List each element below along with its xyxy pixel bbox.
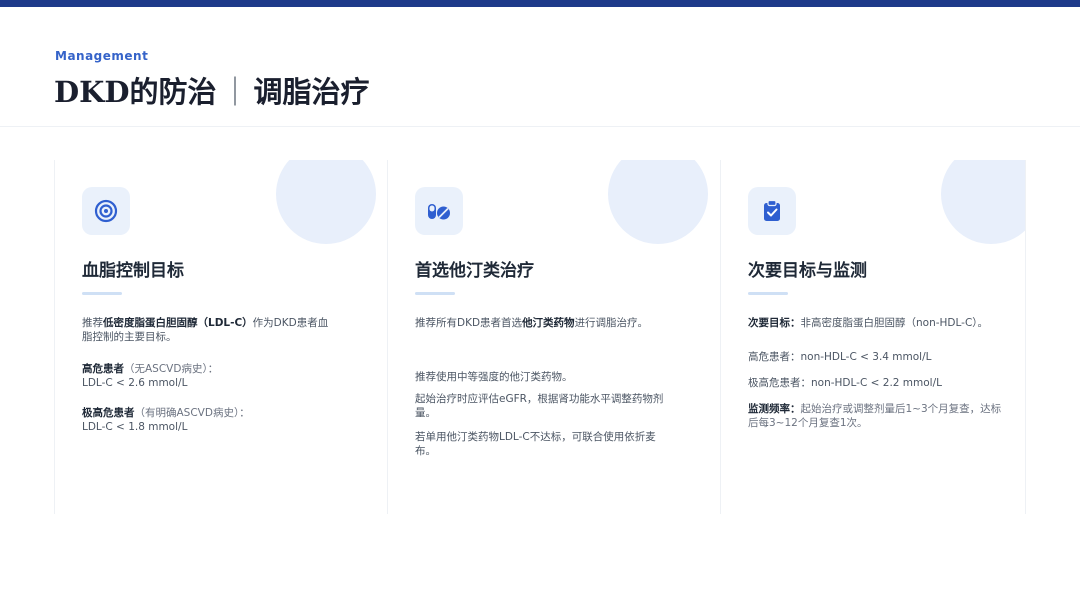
top-accent-bar [0,0,1080,7]
card-paragraph: 起始治疗时应评估eGFR，根据肾功能水平调整药物剂量。 [415,393,664,419]
decor-circle [608,160,708,244]
card-paragraph: 极高危患者（有明确ASCVD病史）： [82,406,332,420]
page-header: Management DKD的防治｜调脂治疗 [0,7,1080,127]
decor-circle [941,160,1025,244]
text-segment: 推荐所有DKD患者首选 [415,317,523,329]
text-segment: 非高密度脂蛋白胆固醇（non-HDL-C）。 [800,317,989,329]
decor-circle [276,160,376,244]
card-title: 首选他汀类治疗 [415,261,534,281]
text-emphasis: 监测频率： [748,403,801,415]
card-paragraph: 推荐低密度脂蛋白胆固醇（LDL-C）作为DKD患者血脂控制的主要目标。 [82,316,332,344]
text-emphasis: 高危患者 [82,363,124,375]
text-emphasis: 次要目标： [748,317,801,329]
card-secondary-target: 次要目标与监测 次要目标：非高密度脂蛋白胆固醇（non-HDL-C）。 高危患者… [720,160,1026,514]
text-segment: 推荐 [82,317,103,329]
card-paragraph: 监测频率：起始治疗或调整剂量后1~3个月复查，达标后每3~12个月复查1次。 [748,402,1003,430]
card-body: 次要目标：非高密度脂蛋白胆固醇（non-HDL-C）。 高危患者：non-HDL… [748,316,1003,430]
card-divider [82,292,122,295]
title-main: DKD的防治 [54,75,217,109]
card-icon-box [82,187,130,235]
card-icon-box [748,187,796,235]
page-title: DKD的防治｜调脂治疗 [54,69,370,111]
text-emphasis: 低密度脂蛋白胆固醇（LDL-C） [103,317,253,329]
title-separator: ｜ [220,75,250,109]
card-paragraph: 若单用他汀类药物LDL-C不达标，可联合使用依折麦布。 [415,431,656,457]
card-icon-box [415,187,463,235]
text-note: （无ASCVD病史）： [124,363,219,375]
pills-icon [428,204,450,220]
card-paragraph: 推荐使用中等强度的他汀类药物。 [415,371,573,383]
card-paragraph: 极高危患者：non-HDL-C < 2.2 mmol/L [748,377,942,389]
card-statin-therapy: 首选他汀类治疗 推荐所有DKD患者首选他汀类药物进行调脂治疗。 推荐使用中等强度… [387,160,721,514]
card-paragraph: 推荐所有DKD患者首选他汀类药物进行调脂治疗。 [415,316,665,330]
card-body: 推荐低密度脂蛋白胆固醇（LDL-C）作为DKD患者血脂控制的主要目标。 高危患者… [82,316,332,434]
card-divider [748,292,788,295]
text-segment: 进行调脂治疗。 [574,317,649,329]
section-eyebrow: Management [55,49,149,63]
clipboard-check-icon [764,199,780,221]
card-paragraph: LDL-C < 2.6 mmol/L [82,377,188,389]
card-paragraph: 高危患者（无ASCVD病史）： [82,362,332,376]
card-lipid-target: 血脂控制目标 推荐低密度脂蛋白胆固醇（LDL-C）作为DKD患者血脂控制的主要目… [54,160,388,514]
text-emphasis: 极高危患者 [82,407,135,419]
title-sub: 调脂治疗 [253,75,370,109]
target-icon [94,199,118,223]
text-emphasis: 他汀类药物 [522,317,575,329]
card-body: 推荐所有DKD患者首选他汀类药物进行调脂治疗。 推荐使用中等强度的他汀类药物。 … [415,316,665,458]
card-paragraph: LDL-C < 1.8 mmol/L [82,421,188,433]
card-paragraph: 高危患者：non-HDL-C < 3.4 mmol/L [748,351,932,363]
card-divider [415,292,455,295]
text-note: （有明确ASCVD病史）： [134,407,250,419]
card-paragraph: 次要目标：非高密度脂蛋白胆固醇（non-HDL-C）。 [748,316,1003,330]
card-title: 次要目标与监测 [748,261,867,281]
card-title: 血脂控制目标 [82,261,184,281]
